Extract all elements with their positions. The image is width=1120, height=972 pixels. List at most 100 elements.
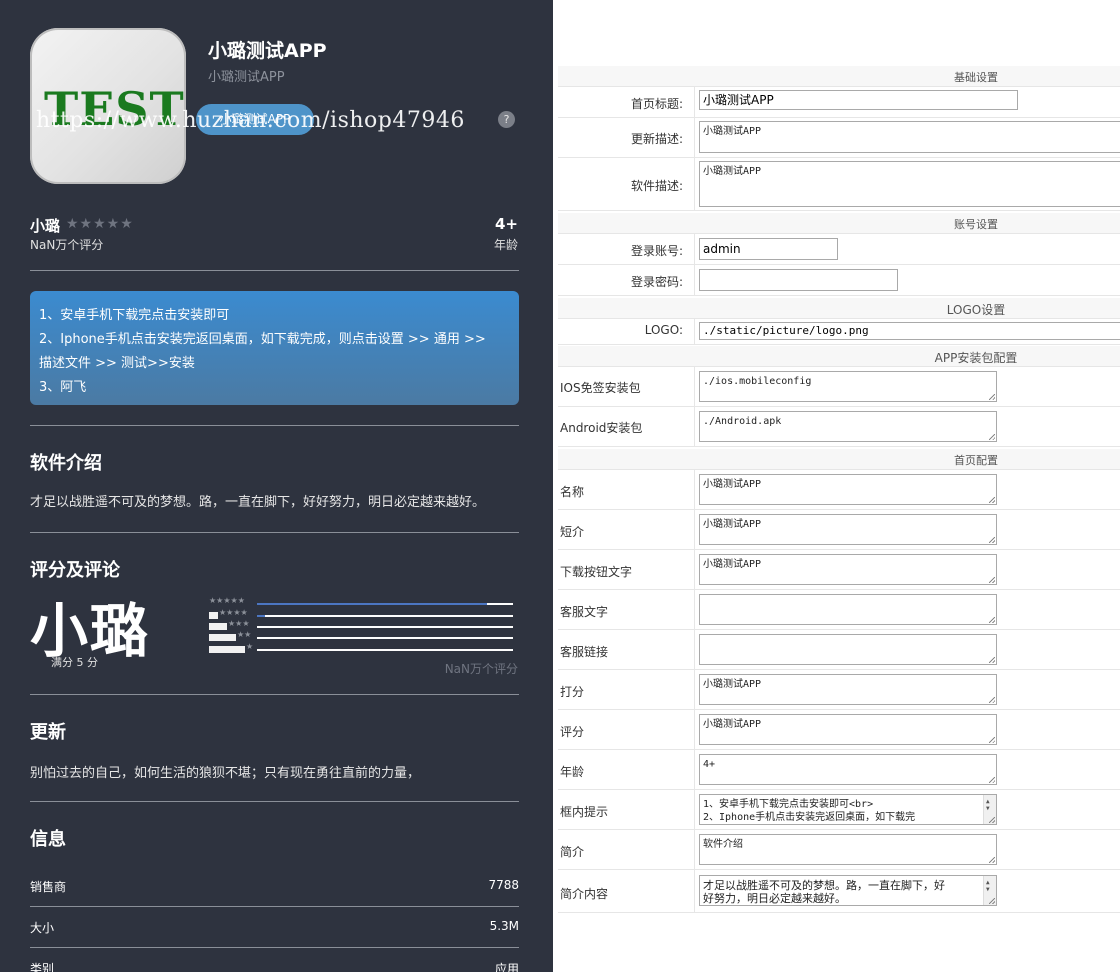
intro-content-textarea[interactable]: 才足以战胜遥不可及的梦想。路，一直在脚下，好 好努力，明日必定越来越好。: [699, 875, 997, 906]
info-value: 应用: [494, 962, 519, 972]
section-header-logo: LOGO设置: [558, 298, 1120, 319]
info-key: 销售商: [30, 880, 67, 894]
section-header-home: 首页配置: [558, 449, 1120, 470]
rating-bar-5-star: ★★★★★: [209, 596, 513, 608]
info-row-seller: 销售商 7788: [30, 866, 519, 907]
app-name: 小璐测试APP: [208, 40, 327, 62]
section-header-label: 账号设置: [954, 218, 998, 231]
row-update-desc: 更新描述: 小璐测试APP: [558, 118, 1120, 158]
intro-content-line-1: 才足以战胜遥不可及的梦想。路，一直在脚下，好: [703, 879, 945, 892]
rating-bar-marker: [209, 623, 227, 630]
divider: [30, 532, 519, 533]
login-account-input[interactable]: admin: [699, 238, 838, 260]
tips-textarea[interactable]: 1、安卓手机下载完点击安装即可<br> 2、Iphone手机点击安装完返回桌面，…: [699, 794, 997, 825]
rating-bar-track: [257, 626, 513, 628]
intro-textarea[interactable]: 软件介绍: [699, 834, 997, 865]
field-label: 名称: [560, 485, 585, 499]
info-value: 5.3M: [489, 919, 519, 933]
section-header-label: LOGO设置: [946, 303, 1006, 317]
info-value: 7788: [488, 878, 519, 892]
info-row-size: 大小 5.3M: [30, 907, 519, 948]
tips-line-2: 2、Iphone手机点击安装完返回桌面，如下载完: [703, 812, 916, 823]
field-label: 短介: [560, 525, 585, 539]
update-desc-label: 更新描述:: [630, 132, 683, 146]
login-password-input[interactable]: [699, 269, 898, 291]
rating-textarea[interactable]: 小璐测试APP: [699, 714, 997, 745]
review-count: NaN万个评分: [444, 662, 518, 676]
score-textarea[interactable]: 小璐测试APP: [699, 674, 997, 705]
row-home-field: 简介 软件介绍: [558, 830, 1120, 870]
age-value: 4+: [494, 215, 518, 233]
software-desc-textarea[interactable]: 小璐测试APP: [699, 161, 1120, 207]
update-text: 别怕过去的自己，如何生活的狼狈不堪；只有现在勇往直前的力量，: [30, 766, 421, 781]
full-score-label: 满分 5 分: [51, 656, 98, 669]
update-desc-textarea[interactable]: 小璐测试APP: [699, 121, 1120, 153]
info-key: 类别: [30, 962, 55, 972]
name-textarea[interactable]: 小璐测试APP: [699, 474, 997, 505]
config-form: 基础设置 首页标题: 小璐测试APP 更新描述: 小璐测试APP 软件描述: 小…: [558, 0, 1120, 972]
row-home-field: 评分 小璐测试APP: [558, 710, 1120, 750]
row-logo: LOGO: ./static/picture/logo.png: [558, 319, 1120, 345]
divider: [30, 694, 519, 695]
rating-bar-4-star: ★★★★: [209, 608, 513, 620]
notice-line: 3、阿飞: [39, 380, 87, 395]
age-textarea[interactable]: 4+: [699, 754, 997, 785]
update-title: 更新: [30, 722, 66, 743]
row-login-account: 登录账号: admin: [558, 234, 1120, 265]
rating-count: NaN万个评分: [30, 238, 104, 252]
section-header-label: APP安装包配置: [934, 351, 1018, 365]
logo-path-input[interactable]: ./static/picture/logo.png: [699, 322, 1120, 340]
divider: [30, 801, 519, 802]
info-row-category: 类别 应用: [30, 948, 519, 972]
logo-label: LOGO:: [644, 323, 683, 337]
field-label: 框内提示: [560, 805, 609, 819]
field-label: 下载按钮文字: [560, 565, 633, 579]
tips-line-1: 1、安卓手机下载完点击安装即可<br>: [703, 799, 874, 810]
section-header-basic: 基础设置: [558, 66, 1120, 87]
intro-title: 软件介绍: [30, 453, 102, 474]
rating-bar-1-star: ★: [209, 642, 513, 654]
star-rating-icon: ★★★★★: [66, 216, 134, 232]
notice-line: 描述文件 >> 测试>>安装: [39, 356, 195, 371]
field-label: 打分: [560, 685, 585, 699]
rating-bar-3-star: ★★★: [209, 619, 513, 631]
reviews-title: 评分及评论: [30, 560, 120, 581]
textarea-scrollbar[interactable]: [983, 876, 996, 905]
row-login-password: 登录密码:: [558, 265, 1120, 296]
rating-name: 小璐: [30, 217, 61, 235]
short-intro-textarea[interactable]: 小璐测试APP: [699, 514, 997, 545]
row-home-field: 年龄 4+: [558, 750, 1120, 790]
android-package-textarea[interactable]: ./Android.apk: [699, 411, 997, 442]
ios-package-label: IOS免签安装包: [560, 381, 641, 395]
rating-bar-stars-icon: ★★: [237, 630, 252, 639]
download-button-text-textarea[interactable]: 小璐测试APP: [699, 554, 997, 585]
rating-bar-track: [257, 649, 513, 651]
service-link-textarea[interactable]: [699, 634, 997, 665]
android-package-label: Android安装包: [560, 421, 643, 435]
watermark-text: https://www.huzhan.com/ishop47946: [36, 108, 465, 133]
section-header-label: 基础设置: [954, 71, 998, 84]
rating-bar-2-star: ★★: [209, 630, 513, 642]
rating-bar-stars-icon: ★★★★★: [209, 596, 245, 605]
service-text-textarea[interactable]: [699, 594, 997, 625]
row-home-field: 打分 小璐测试APP: [558, 670, 1120, 710]
row-software-desc: 软件描述: 小璐测试APP: [558, 158, 1120, 211]
field-label: 客服链接: [560, 645, 609, 659]
row-ios-package: IOS免签安装包 ./ios.mobileconfig: [558, 367, 1120, 407]
home-title-input[interactable]: 小璐测试APP: [699, 90, 1018, 110]
software-desc-label: 软件描述:: [630, 179, 683, 193]
rating-bar-fill: [257, 603, 487, 605]
rating-bar-track: [257, 637, 513, 639]
home-title-label: 首页标题:: [630, 97, 683, 111]
row-home-field: 客服文字: [558, 590, 1120, 630]
textarea-scrollbar[interactable]: [983, 795, 996, 824]
row-home-field: 框内提示 1、安卓手机下载完点击安装即可<br> 2、Iphone手机点击安装完…: [558, 790, 1120, 830]
row-home-title: 首页标题: 小璐测试APP: [558, 87, 1120, 118]
ios-package-textarea[interactable]: ./ios.mobileconfig: [699, 371, 997, 402]
help-icon[interactable]: ?: [498, 111, 515, 128]
row-home-field: 客服链接: [558, 630, 1120, 670]
rating-bar-fill: [257, 615, 265, 617]
rating-bar-stars-icon: ★★★★: [219, 608, 248, 617]
row-android-package: Android安装包 ./Android.apk: [558, 407, 1120, 447]
row-home-field: 简介内容 才足以战胜遥不可及的梦想。路，一直在脚下，好 好努力，明日必定越来越好…: [558, 870, 1120, 913]
